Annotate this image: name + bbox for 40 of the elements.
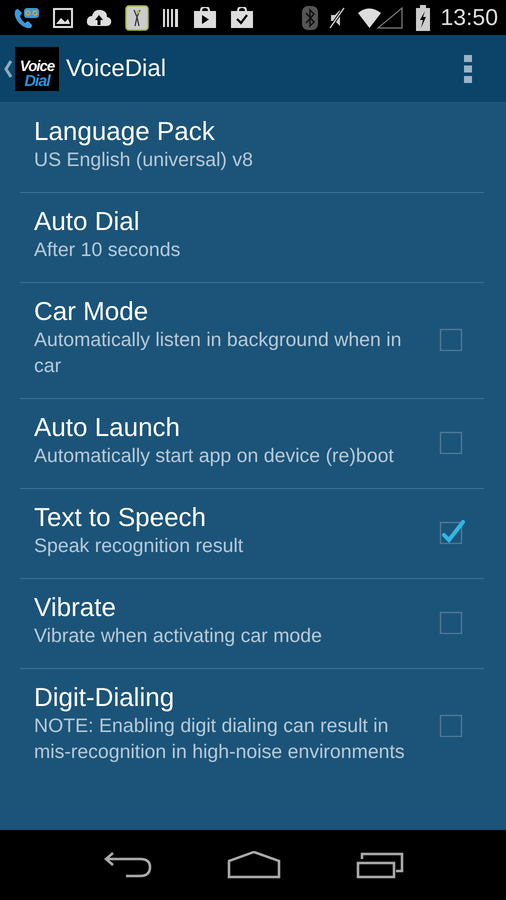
voicemail-icon — [14, 6, 40, 30]
settings-item[interactable]: Car Mode Automatically listen in background when in car — [20, 283, 484, 399]
settings-item[interactable]: Digit-Dialing NOTE: Enabling digit dialing can result in mis-recognition in high-noise environments — [20, 669, 484, 784]
setting-title: Car Mode — [34, 295, 150, 327]
overflow-menu-icon[interactable] — [464, 54, 472, 82]
clock-time: 13:50 — [440, 4, 498, 31]
settings-item[interactable]: Language Pack US English (universal) v8 — [20, 103, 484, 193]
back-icon[interactable] — [104, 851, 152, 879]
setting-title: Auto Dial — [34, 205, 140, 237]
bluetooth-icon — [302, 6, 318, 30]
muted-speaker-icon — [328, 6, 346, 30]
shopping-bag-check-icon — [230, 6, 254, 28]
app-title: VoiceDial — [66, 54, 168, 82]
setting-title: Auto Launch — [34, 411, 182, 443]
image-icon — [53, 8, 73, 28]
setting-summary: After 10 seconds — [34, 238, 182, 263]
home-icon[interactable] — [226, 851, 281, 879]
setting-title: Vibrate — [34, 591, 117, 623]
barcode-icon — [162, 8, 180, 28]
setting-summary: Speak recognition result — [34, 534, 244, 559]
setting-summary: Automatically start app on device (re)boot — [34, 444, 395, 469]
settings-item[interactable]: Auto Launch Automatically start app on device (re)boot — [20, 399, 484, 489]
app-logo: Voice Dial — [15, 46, 59, 90]
settings-item[interactable]: Text to Speech Speak recognition result — [20, 489, 484, 579]
app-home-button[interactable]: Voice Dial — [4, 46, 59, 90]
setting-summary: Vibrate when activating car mode — [34, 624, 323, 649]
cloud-upload-icon — [86, 8, 112, 28]
setting-title: Text to Speech — [34, 501, 207, 533]
play-store-icon — [193, 6, 217, 28]
settings-item[interactable]: Auto Dial After 10 seconds — [20, 193, 484, 283]
setting-title: Language Pack — [34, 115, 216, 147]
setting-summary: NOTE: Enabling digit dialing can result in mis-recognition in high-noise environments — [34, 714, 406, 765]
figure-icon — [125, 4, 149, 30]
back-chevron-icon — [4, 60, 12, 78]
battery-charging-icon — [416, 4, 430, 30]
settings-item[interactable]: Vibrate Vibrate when activating car mode — [20, 579, 484, 669]
setting-summary: Automatically listen in background when in car — [34, 328, 402, 379]
setting-title: Digit-Dialing — [34, 681, 176, 713]
setting-summary: US English (universal) v8 — [34, 148, 254, 173]
recent-apps-icon[interactable] — [356, 851, 406, 879]
